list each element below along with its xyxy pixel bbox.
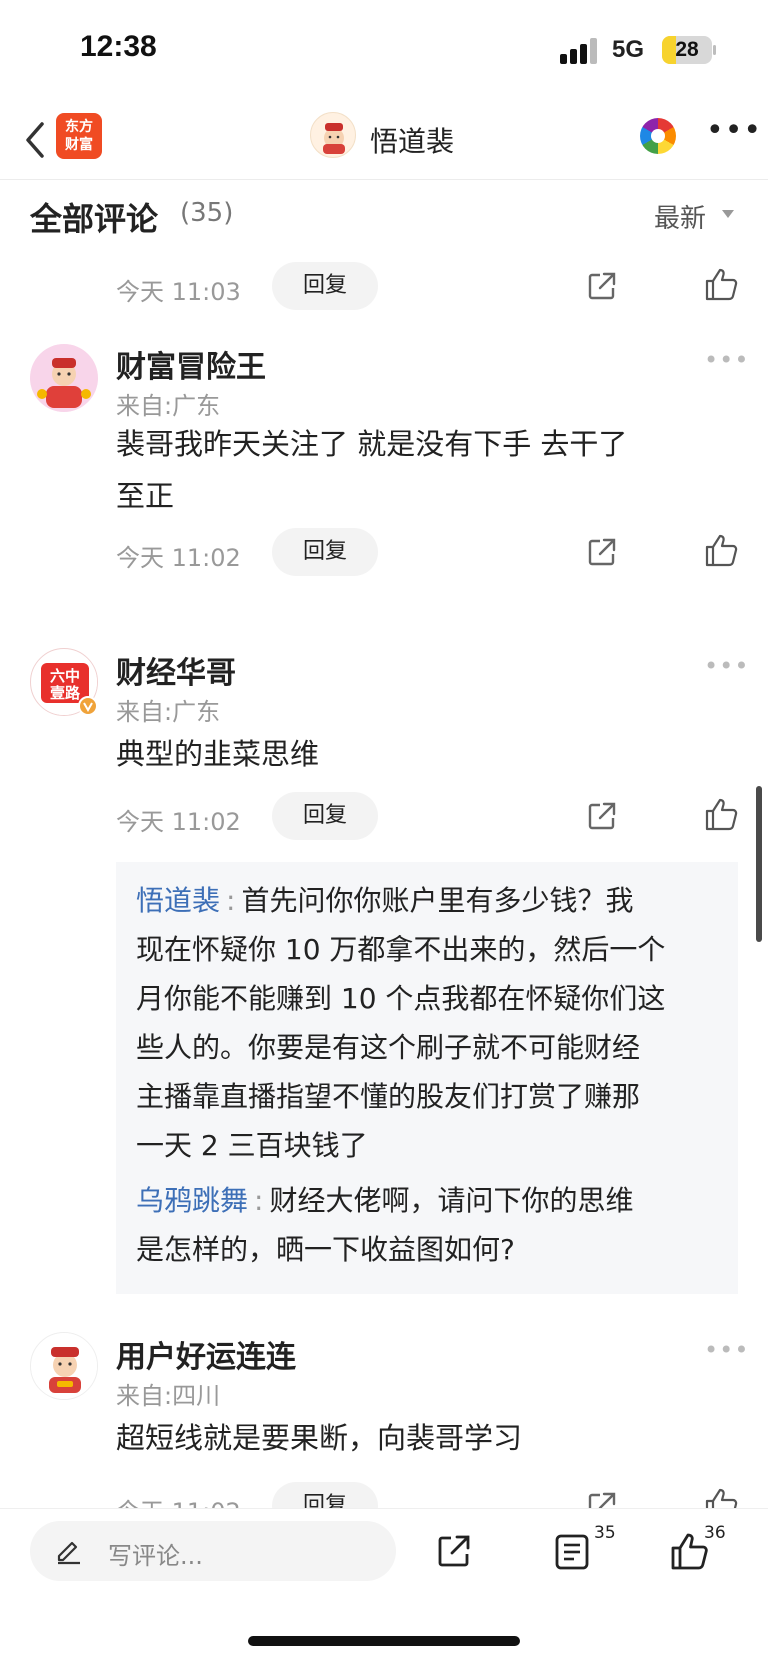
comment-meta-row: 今天 11:02 回复 xyxy=(116,528,746,578)
page-title: 悟道裴 xyxy=(370,125,455,158)
fortune-avatar-icon xyxy=(30,344,98,412)
comment-input-placeholder: 写评论... xyxy=(108,1542,203,1570)
sort-dropdown[interactable]: 最新 xyxy=(654,198,706,235)
fortune-god-avatar-icon xyxy=(31,1333,97,1399)
reply-thread: 悟道裴: 首先问你你账户里有多少钱？我 现在怀疑你 10 万都拿不出来的，然后一个… xyxy=(116,862,738,1294)
reply-button[interactable]: 回复 xyxy=(272,792,378,840)
status-time: 12:38 xyxy=(80,30,157,63)
verified-badge-icon xyxy=(78,696,98,716)
battery-level: 28 xyxy=(675,38,699,61)
location-text: 来自:四川 xyxy=(116,1382,221,1410)
comment-more-icon[interactable]: ••• xyxy=(704,1336,749,1364)
comment-more-icon[interactable]: ••• xyxy=(704,346,749,374)
comment-time: 今天 11:02 xyxy=(116,544,241,572)
caret-down-icon[interactable] xyxy=(722,210,734,218)
reply-text-line: 是怎样的，晒一下收益图如何? xyxy=(136,1233,515,1266)
logo-line2: 财富 xyxy=(65,137,93,153)
reply-text-line: 些人的。你要是有这个刷子就不可能财经 xyxy=(136,1031,641,1064)
username[interactable]: 财富冒险王 xyxy=(116,342,266,386)
battery-icon: 28 xyxy=(662,36,712,64)
comment-time: 今天 11:02 xyxy=(116,808,241,836)
thumbs-up-icon[interactable] xyxy=(704,796,738,832)
comment-count-badge: 35 xyxy=(594,1523,616,1543)
reply-text-line: 主播靠直播指望不懂的股友们打赏了赚那 xyxy=(136,1080,641,1113)
location-text: 来自:广东 xyxy=(116,392,221,420)
comment-text-line: 裴哥我昨天关注了 就是没有下手 去干了 xyxy=(116,427,628,461)
reply-button[interactable]: 回复 xyxy=(272,262,378,310)
color-wheel-icon[interactable] xyxy=(640,118,676,154)
fortune-god-icon xyxy=(323,123,345,154)
comment-text: 裴哥我昨天关注了 就是没有下手 去干了 至正 xyxy=(116,418,736,522)
comment-input[interactable]: 写评论... xyxy=(30,1521,396,1581)
reply-text-line: 财经大佬啊，请问下你的思维 xyxy=(269,1184,634,1217)
comments-title: 全部评论 xyxy=(30,200,159,238)
reply-button[interactable]: 回复 xyxy=(272,1482,378,1508)
comment-meta-row: 今天 11:03 回复 xyxy=(116,262,746,312)
share-icon[interactable] xyxy=(586,1490,618,1508)
reply-text-line: 一天 2 三百块钱了 xyxy=(136,1129,368,1162)
reply-item[interactable]: 乌鸦跳舞: 财经大佬啊，请问下你的思维 xyxy=(136,1176,718,1225)
thumbs-up-icon[interactable] xyxy=(704,532,738,568)
share-icon[interactable] xyxy=(586,270,618,302)
app-logo[interactable]: 东方 财富 xyxy=(56,113,102,159)
share-icon[interactable] xyxy=(586,800,618,832)
comment-text: 典型的韭菜思维 xyxy=(116,737,320,771)
network-type: 5G xyxy=(612,36,645,63)
status-bar: 12:38 5G 28 xyxy=(0,0,768,100)
reply-author[interactable]: 悟道裴 xyxy=(136,884,220,917)
comment-meta-row: 今天 11:02 回复 xyxy=(116,1482,746,1508)
share-icon[interactable] xyxy=(586,536,618,568)
battery-nub xyxy=(713,45,716,55)
reply-colon: : xyxy=(226,884,236,917)
reply-author[interactable]: 乌鸦跳舞 xyxy=(136,1184,248,1217)
reply-text-line: 首先问你你账户里有多少钱？我 xyxy=(241,884,634,917)
reply-text-line: 月你能不能赚到 10 个点我都在怀疑你们这 xyxy=(136,982,666,1015)
comments-header: 全部评论 (35) 最新 xyxy=(0,182,768,252)
pen-icon xyxy=(57,1541,80,1565)
avatar-text: 六中 xyxy=(50,667,80,685)
comment-time: 今天 11:02 xyxy=(116,1492,241,1508)
username[interactable]: 用户好运连连 xyxy=(116,1332,296,1376)
comment-text-line: 至正 xyxy=(116,479,175,513)
nav-bar: 东方 财富 悟道裴 ••• xyxy=(0,100,768,180)
location-text: 来自:广东 xyxy=(116,698,221,726)
like-count-badge: 36 xyxy=(704,1523,726,1543)
comment-time: 今天 11:03 xyxy=(116,278,241,306)
logo-line1: 东方 xyxy=(65,119,93,135)
home-indicator[interactable] xyxy=(248,1636,520,1646)
comment-text: 超短线就是要果断，向裴哥学习 xyxy=(116,1421,523,1455)
comment-meta-clip: 今天 11:02 回复 xyxy=(0,1470,768,1508)
reply-button[interactable]: 回复 xyxy=(272,528,378,576)
comments-count: (35) xyxy=(180,198,234,228)
share-icon[interactable] xyxy=(436,1533,472,1569)
thumbs-up-icon[interactable] xyxy=(704,1486,738,1508)
reply-item[interactable]: 悟道裴: 首先问你你账户里有多少钱？我 xyxy=(136,876,718,925)
scrollbar[interactable] xyxy=(756,786,762,942)
avatar[interactable] xyxy=(30,344,98,412)
more-options-icon[interactable]: ••• xyxy=(706,116,762,146)
thumbs-up-icon[interactable] xyxy=(704,266,738,302)
back-arrow-icon[interactable] xyxy=(18,118,54,162)
thumbs-up-icon[interactable] xyxy=(670,1531,708,1571)
avatar-text: 壹路 xyxy=(50,684,81,702)
comment-meta-row: 今天 11:02 回复 xyxy=(116,792,746,842)
reply-colon: : xyxy=(254,1184,264,1217)
reply-text-line: 现在怀疑你 10 万都拿不出来的，然后一个 xyxy=(136,933,666,966)
author-avatar[interactable] xyxy=(310,112,356,158)
comment-more-icon[interactable]: ••• xyxy=(704,652,749,680)
username[interactable]: 财经华哥 xyxy=(116,648,236,692)
comment-list-icon[interactable] xyxy=(554,1533,590,1571)
avatar[interactable] xyxy=(30,1332,98,1400)
signal-icon xyxy=(560,38,600,64)
